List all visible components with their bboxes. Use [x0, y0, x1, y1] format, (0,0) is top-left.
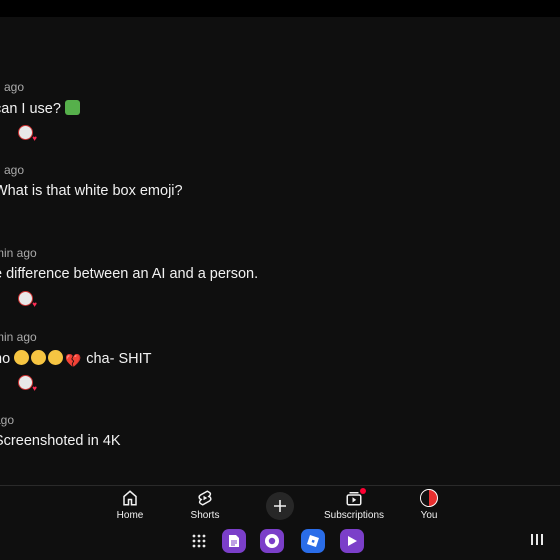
nav-you-label: You	[420, 510, 438, 521]
comment-meta: h ago	[0, 80, 25, 94]
comment-meta: min ago	[0, 246, 37, 260]
creator-avatar	[18, 375, 33, 390]
unamused-face-emoji-icon	[48, 350, 64, 365]
recent-apps-icon[interactable]	[530, 534, 544, 548]
comment-meta: min ago	[0, 330, 37, 344]
chrome-app-icon[interactable]	[260, 529, 284, 553]
unamused-face-emoji-icon	[31, 350, 47, 365]
you-avatar-wrapper	[394, 488, 464, 508]
app-grid-icon[interactable]	[187, 529, 211, 553]
plus-icon	[274, 500, 286, 512]
nav-home-label: Home	[116, 510, 144, 521]
roblox-app-icon[interactable]	[301, 529, 325, 553]
comment-item[interactable]: ago Screenshoted in 4K	[0, 413, 121, 449]
home-icon	[95, 488, 165, 508]
comment-item[interactable]: min ago no 💔 cha- SHIT	[0, 330, 151, 368]
play-games-app-icon[interactable]	[340, 529, 364, 553]
puzzle-emoji-icon	[64, 100, 80, 115]
comment-text: e difference between an AI and a person.	[0, 266, 259, 282]
system-taskbar	[0, 526, 560, 560]
subscriptions-icon	[319, 488, 389, 508]
heart-icon: ♥	[32, 300, 37, 309]
comment-text: can I use?	[0, 101, 61, 117]
comment-text-start: no	[0, 351, 11, 367]
comment-item[interactable]: min ago e difference between an AI and a…	[0, 246, 258, 282]
nav-subscriptions-label: Subscriptions	[323, 510, 385, 521]
create-button[interactable]	[266, 492, 294, 520]
unamused-face-emoji-icon	[14, 350, 30, 365]
comment-meta: h ago	[0, 163, 25, 177]
creator-avatar	[18, 291, 33, 306]
nav-home[interactable]: Home	[95, 488, 165, 521]
creator-heart-badge: ♥	[18, 291, 37, 309]
docs-app-icon[interactable]	[222, 529, 246, 553]
nav-shorts-label: Shorts	[190, 510, 220, 521]
comment-text: Screenshoted in 4K	[0, 433, 121, 449]
avatar	[420, 489, 438, 507]
comment-text: What is that white box emoji?	[0, 183, 183, 199]
creator-heart-badge: ♥	[18, 375, 37, 393]
status-bar	[0, 0, 560, 17]
bottom-navigation: Home Shorts Subscriptions You	[0, 486, 560, 526]
nav-shorts[interactable]: Shorts	[170, 488, 240, 521]
shorts-icon	[170, 488, 240, 508]
broken-heart-emoji-icon: 💔	[65, 353, 82, 368]
comment-text-row: can I use?	[0, 100, 80, 117]
comment-list[interactable]: h ago can I use? ♥ h ago What is that wh…	[0, 17, 560, 485]
nav-you[interactable]: You	[394, 488, 464, 521]
comment-text-row: no 💔 cha- SHIT	[0, 350, 151, 368]
heart-icon: ♥	[32, 134, 37, 143]
creator-avatar	[18, 125, 33, 140]
comment-text-end: cha- SHIT	[86, 351, 152, 367]
heart-icon: ♥	[32, 384, 37, 393]
comment-meta: ago	[0, 413, 15, 427]
creator-heart-badge: ♥	[18, 125, 37, 143]
comment-item[interactable]: h ago can I use?	[0, 80, 80, 117]
comment-item[interactable]: h ago What is that white box emoji?	[0, 163, 183, 199]
nav-subscriptions[interactable]: Subscriptions	[319, 488, 389, 521]
notification-dot	[360, 488, 366, 494]
